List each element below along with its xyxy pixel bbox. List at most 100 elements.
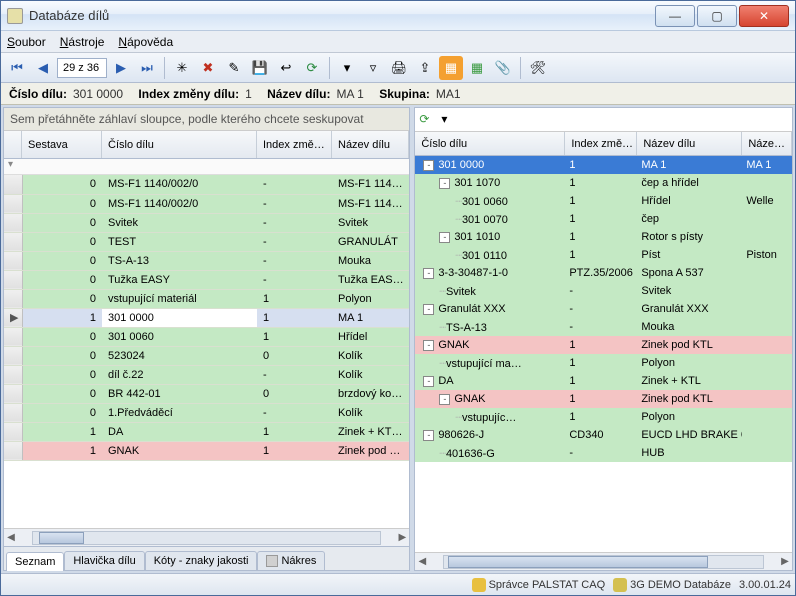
tree-row[interactable]: -301 00001MA 1MA 1 (415, 156, 792, 174)
tree-row[interactable]: ┈ TS-A-13-Mouka (415, 318, 792, 336)
config-button[interactable]: 🛠 (526, 56, 550, 80)
table-row[interactable]: 0Svitek-Svitek (4, 213, 409, 232)
tree-refresh-icon[interactable]: ⟳ (419, 112, 435, 128)
status-version: 3.00.01.24 (739, 579, 791, 591)
tree-row[interactable]: ┈ Svitek-Svitek (415, 282, 792, 300)
save-button[interactable]: 💾 (248, 56, 272, 80)
expand-toggle[interactable]: - (439, 394, 450, 405)
refresh-button[interactable]: ⟳ (300, 56, 324, 80)
table-row[interactable]: ▶1301 00001MA 1 (4, 308, 409, 327)
row-indicator (4, 422, 22, 441)
tab-nakres[interactable]: Nákres (257, 551, 325, 570)
filter-row[interactable]: ▾ (4, 159, 409, 175)
first-record-button[interactable]: ⏮ (5, 56, 29, 80)
table-row[interactable]: 01.Předváděcí-Kolík (4, 403, 409, 422)
menubar: Soubor Nástroje Nápověda (1, 31, 795, 53)
col-nazev[interactable]: Název dílu (332, 131, 409, 158)
expand-toggle[interactable]: - (439, 178, 450, 189)
minimize-button[interactable]: — (655, 5, 695, 27)
table-row[interactable]: 0301 00601Hřídel (4, 327, 409, 346)
tree-row[interactable]: -3-3-30487-1-0PTZ.35/2006Spona A 537 (415, 264, 792, 282)
info-cislo-value: 301 0000 (73, 87, 123, 101)
tcol-nazev[interactable]: Název dílu (637, 132, 742, 155)
col-sestava[interactable]: Sestava (22, 131, 102, 158)
right-hscroll[interactable]: ◀ ▶ (415, 552, 792, 570)
table-row[interactable]: 1GNAK1Zinek pod … (4, 441, 409, 460)
edit-button[interactable]: ✎ (222, 56, 246, 80)
attachment-button[interactable]: 📎 (491, 56, 515, 80)
tree-row[interactable]: -GNAK1Zinek pod KTL (415, 336, 792, 354)
next-record-button[interactable]: ▶ (109, 56, 133, 80)
table-row[interactable]: 0Tužka EASY-Tužka EAS… (4, 270, 409, 289)
expand-toggle[interactable]: - (439, 232, 450, 243)
expand-toggle[interactable]: - (423, 376, 434, 387)
left-hscroll[interactable]: ◀ ▶ (4, 528, 409, 546)
col-cislo[interactable]: Číslo dílu (102, 131, 257, 158)
db-icon (613, 578, 627, 592)
table-row[interactable]: 0TEST-GRANULÁT (4, 232, 409, 251)
tree-row[interactable]: ┈ 401636-G-HUB (415, 444, 792, 462)
expand-toggle[interactable]: - (423, 304, 434, 315)
tab-koty[interactable]: Kóty - znaky jakosti (145, 551, 258, 570)
tree-expand-icon[interactable]: ▾ (441, 112, 457, 128)
tree-row[interactable]: -301 10101Rotor s písty (415, 228, 792, 246)
row-indicator (4, 213, 22, 232)
export-button[interactable]: ⇪ (413, 56, 437, 80)
table-row[interactable]: 0MS-F1 1140/002/0-MS-F1 114… (4, 175, 409, 194)
table-row[interactable]: 0díl č.22-Kolík (4, 365, 409, 384)
menu-help[interactable]: Nápověda (118, 35, 173, 49)
undo-button[interactable]: ↩ (274, 56, 298, 80)
filter-button[interactable]: ▾ (335, 56, 359, 80)
tcol-extra[interactable]: Náze… (742, 132, 792, 155)
tool-orange-button[interactable]: ▦ (439, 56, 463, 80)
tree-row[interactable]: -Granulát XXX-Granulát XXX (415, 300, 792, 318)
tree-body[interactable]: -301 00001MA 1MA 1-301 10701čep a hřídel… (415, 156, 792, 552)
expand-toggle[interactable]: - (423, 340, 434, 351)
record-counter[interactable]: 29 z 36 (57, 58, 107, 78)
tab-seznam[interactable]: Seznam (6, 552, 64, 571)
toolbar: ⏮ ◀ 29 z 36 ▶ ⏭ ✳ ✖ ✎ 💾 ↩ ⟳ ▾ ▿ 🖨 ⇪ ▦ ▦ … (1, 53, 795, 83)
filter2-button[interactable]: ▿ (361, 56, 385, 80)
left-pane: Sem přetáhněte záhlaví sloupce, podle kt… (3, 107, 410, 571)
print-button[interactable]: 🖨 (387, 56, 411, 80)
left-grid-body[interactable]: 0MS-F1 1140/002/0-MS-F1 114…0MS-F1 1140/… (4, 175, 409, 528)
tree-row[interactable]: ┈ vstupující ma…1Polyon (415, 354, 792, 372)
tree-row[interactable]: -980626-JCD340EUCD LHD BRAKE 001 (415, 426, 792, 444)
group-hint[interactable]: Sem přetáhněte záhlaví sloupce, podle kt… (4, 108, 409, 131)
tree-row[interactable]: -DA1Zinek + KTL (415, 372, 792, 390)
tcol-index[interactable]: Index změ… (565, 132, 637, 155)
tool-green-button[interactable]: ▦ (465, 56, 489, 80)
col-index[interactable]: Index změ… (257, 131, 332, 158)
prev-record-button[interactable]: ◀ (31, 56, 55, 80)
table-row[interactable]: 1DA1Zinek + KT… (4, 422, 409, 441)
table-row[interactable]: 0TS-A-13-Mouka (4, 251, 409, 270)
col-rowhead[interactable] (4, 131, 22, 158)
last-record-button[interactable]: ⏭ (135, 56, 159, 80)
tree-row[interactable]: ┈ 301 01101PístPiston (415, 246, 792, 264)
expand-toggle[interactable]: - (423, 160, 434, 171)
delete-button[interactable]: ✖ (196, 56, 220, 80)
expand-toggle[interactable]: - (423, 430, 434, 441)
row-indicator (4, 365, 22, 384)
tree-row[interactable]: ┈ 301 00701čep (415, 210, 792, 228)
titlebar: Databáze dílů — ▢ ✕ (1, 1, 795, 31)
menu-file[interactable]: Soubor (7, 35, 46, 49)
table-row[interactable]: 0BR 442-010brzdový ko… (4, 384, 409, 403)
user-icon (472, 578, 486, 592)
tcol-cislo[interactable]: Číslo dílu (415, 132, 565, 155)
tree-row[interactable]: ┈ 301 00601HřídelWelle (415, 192, 792, 210)
status-bar: Správce PALSTAT CAQ 3G DEMO Databáze 3.0… (1, 573, 795, 595)
table-row[interactable]: 0MS-F1 1140/002/0-MS-F1 114… (4, 194, 409, 213)
window-title: Databáze dílů (29, 8, 653, 23)
table-row[interactable]: 0vstupující materiál1Polyon (4, 289, 409, 308)
tree-row[interactable]: -301 10701čep a hřídel (415, 174, 792, 192)
table-row[interactable]: 05230240Kolík (4, 346, 409, 365)
menu-tools[interactable]: Nástroje (60, 35, 105, 49)
tree-row[interactable]: -GNAK1Zinek pod KTL (415, 390, 792, 408)
expand-toggle[interactable]: - (423, 268, 434, 279)
tree-row[interactable]: ┈ vstupujíc…1Polyon (415, 408, 792, 426)
maximize-button[interactable]: ▢ (697, 5, 737, 27)
close-button[interactable]: ✕ (739, 5, 789, 27)
new-button[interactable]: ✳ (170, 56, 194, 80)
tab-hlavicka[interactable]: Hlavička dílu (64, 551, 144, 570)
